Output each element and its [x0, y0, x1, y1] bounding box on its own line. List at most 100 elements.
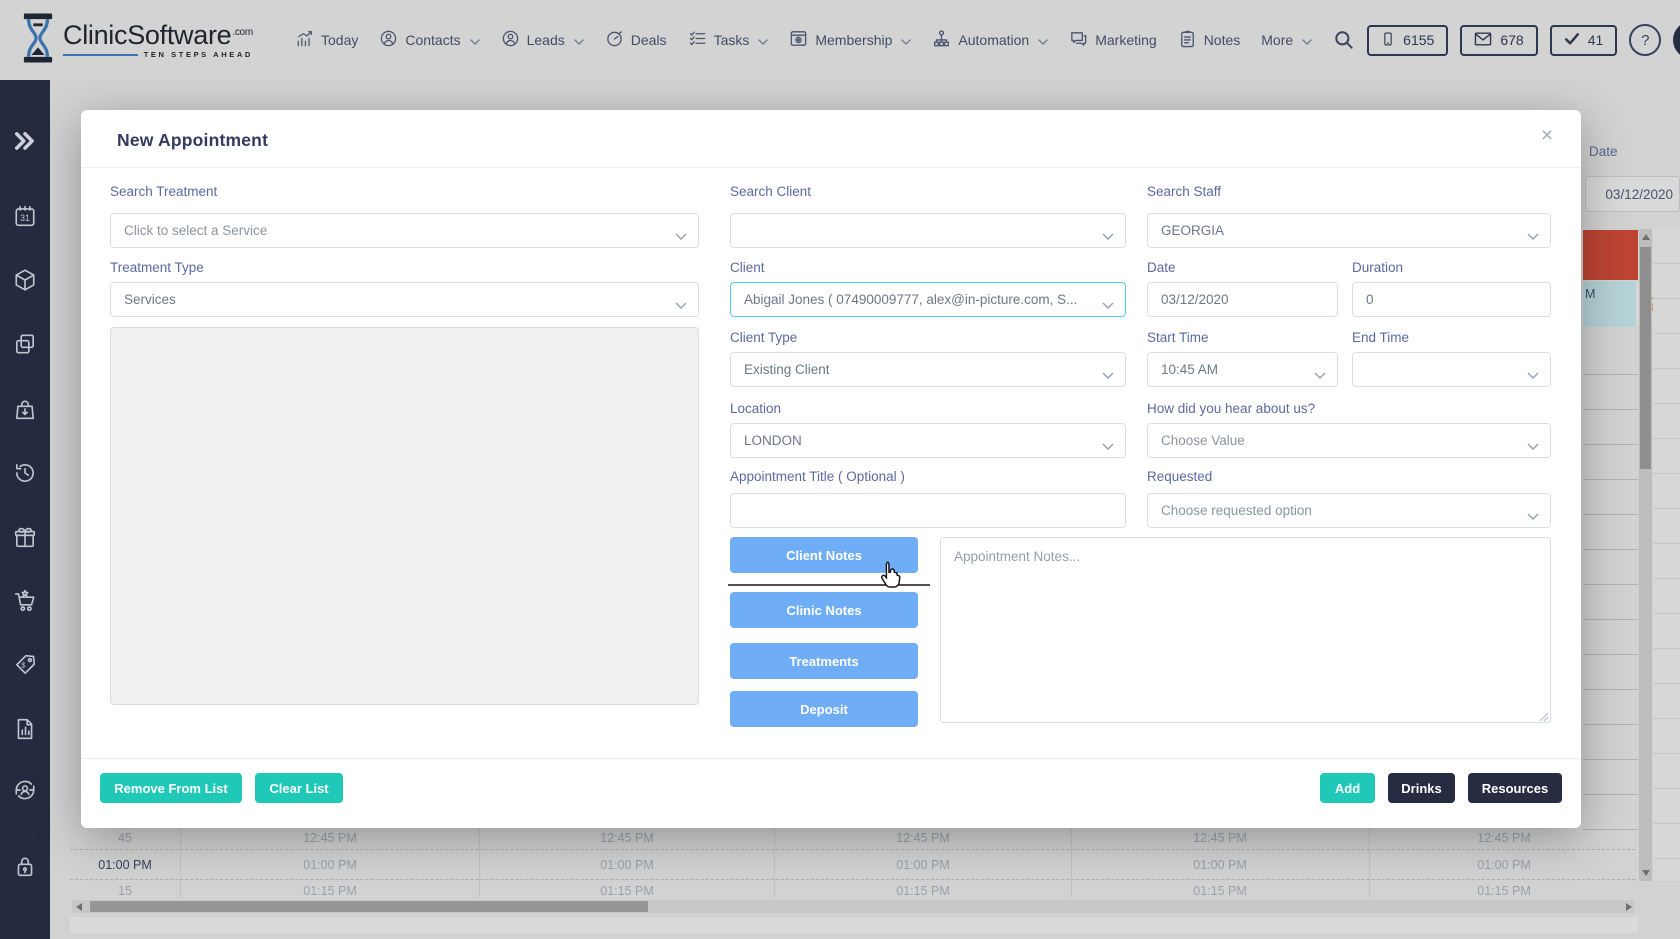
membership-card-icon [789, 29, 808, 51]
clear-list-button[interactable]: Clear List [255, 773, 343, 803]
cube-icon[interactable] [13, 268, 37, 297]
search-icon[interactable] [1333, 29, 1355, 51]
duration-label: Duration [1352, 260, 1403, 275]
deposit-button[interactable]: Deposit [730, 691, 918, 727]
search-treatment-select[interactable]: Click to select a Service [110, 213, 699, 248]
drinks-button[interactable]: Drinks [1388, 773, 1455, 803]
time-gutter-cell: 01:00 PM [98, 858, 152, 872]
end-time-label: End Time [1352, 330, 1409, 345]
price-tag-icon[interactable]: $ [13, 653, 37, 682]
calendar-event-teal[interactable]: M [1583, 281, 1638, 327]
nav-deals[interactable]: Deals [605, 29, 667, 51]
cart-icon[interactable] [13, 589, 37, 618]
vertical-scrollbar-thumb[interactable] [1640, 247, 1651, 469]
chevron-down-icon [1102, 438, 1114, 453]
treatment-type-select[interactable]: Services [110, 282, 699, 317]
appointment-title-input[interactable] [730, 493, 1126, 528]
client-type-select[interactable]: Existing Client [730, 352, 1126, 387]
new-appointment-modal: New Appointment × Search Treatment Click… [81, 110, 1581, 828]
close-icon[interactable]: × [1533, 122, 1561, 150]
resources-label: Resources [1482, 781, 1548, 796]
end-time-select[interactable] [1352, 352, 1551, 387]
location-label: Location [730, 401, 781, 416]
start-time-select[interactable]: 10:45 AM [1147, 352, 1338, 387]
nav-tasks[interactable]: Tasks [688, 29, 769, 51]
slot-label: 12:45 PM [896, 831, 950, 845]
duration-input[interactable] [1352, 282, 1551, 317]
slot-label: 12:45 PM [600, 831, 654, 845]
nav-notes[interactable]: Notes [1178, 29, 1241, 51]
scroll-down-arrow[interactable] [1642, 870, 1650, 876]
expand-chevrons-icon[interactable] [12, 128, 38, 159]
requested-value: Choose requested option [1161, 503, 1312, 518]
location-select[interactable]: LONDON [730, 423, 1126, 458]
date-input[interactable] [1147, 282, 1338, 317]
brand-underline [63, 54, 138, 56]
nav-contacts[interactable]: Contacts [379, 29, 479, 51]
resources-button[interactable]: Resources [1468, 773, 1562, 803]
appointment-notes-textarea[interactable] [940, 537, 1551, 723]
nav-label: Today [321, 32, 358, 48]
hear-about-select[interactable]: Choose Value [1147, 423, 1551, 458]
calendar-icon[interactable]: 31 [13, 204, 37, 233]
scroll-left-arrow[interactable] [76, 903, 82, 911]
row-divider [70, 849, 1635, 850]
nav-label: Tasks [714, 32, 750, 48]
user-avatar[interactable] [1673, 21, 1680, 59]
report-icon[interactable] [13, 717, 37, 746]
left-sidebar: 31 $ [0, 80, 50, 939]
nav-more[interactable]: More [1261, 32, 1312, 48]
nav-marketing[interactable]: Marketing [1069, 29, 1156, 51]
help-button[interactable]: ? [1629, 24, 1661, 56]
gift-icon[interactable] [13, 525, 37, 554]
chevron-down-icon [1038, 32, 1048, 48]
horizontal-scrollbar-thumb[interactable] [90, 901, 648, 912]
date-label: Date [1147, 260, 1176, 275]
client-select[interactable]: Abigail Jones ( 07490009777, alex@in-pic… [730, 282, 1126, 317]
scroll-up-arrow[interactable] [1642, 234, 1650, 240]
clinic-notes-button[interactable]: Clinic Notes [730, 592, 918, 628]
brand-tld: .com [232, 27, 252, 38]
appointment-title-field[interactable] [744, 503, 1112, 518]
date-field[interactable] [1161, 292, 1324, 307]
treatments-button[interactable]: Treatments [730, 643, 918, 679]
remove-from-list-button[interactable]: Remove From List [100, 773, 242, 803]
history-icon[interactable] [13, 461, 37, 490]
chat-bubbles-icon [1069, 29, 1088, 51]
nav-membership[interactable]: Membership [789, 29, 911, 51]
column-divider [180, 828, 181, 898]
add-label: Add [1335, 781, 1360, 796]
lock-icon[interactable] [13, 854, 37, 883]
search-staff-select[interactable]: GEORGIA [1147, 213, 1551, 248]
nav-today[interactable]: Today [296, 30, 358, 51]
nav-leads[interactable]: Leads [501, 29, 584, 51]
tasks-counter-button[interactable]: 41 [1550, 25, 1618, 56]
duration-field[interactable] [1366, 292, 1537, 307]
client-notes-button[interactable]: Client Notes [730, 537, 918, 573]
slot-label: 01:15 PM [600, 884, 654, 898]
calendar-event-red[interactable] [1583, 230, 1638, 280]
calls-counter-button[interactable]: 6155 [1367, 25, 1448, 56]
mail-icon [1474, 31, 1492, 50]
treatments-label: Treatments [789, 654, 858, 669]
nav-label: Contacts [405, 32, 460, 48]
copy-icon[interactable] [13, 332, 37, 361]
appointment-title-label: Appointment Title ( Optional ) [730, 469, 905, 484]
brand-logo[interactable]: ClinicSoftware.com TEN STEPS AHEAD [22, 13, 270, 68]
tab-divider [728, 584, 930, 586]
bg-date-input[interactable]: 03/12/2020 [1585, 176, 1680, 212]
emails-counter-button[interactable]: 678 [1460, 25, 1537, 56]
chevron-down-icon [675, 297, 687, 312]
svg-text:31: 31 [20, 213, 30, 223]
chevron-down-icon [1102, 297, 1114, 312]
search-client-select[interactable] [730, 213, 1126, 248]
column-divider [1369, 828, 1370, 898]
user-sync-icon[interactable] [13, 778, 37, 807]
nav-automation[interactable]: Automation [932, 29, 1048, 51]
scroll-right-arrow[interactable] [1626, 903, 1632, 911]
add-button[interactable]: Add [1320, 773, 1375, 803]
shopping-bag-icon[interactable] [13, 397, 37, 426]
client-type-label: Client Type [730, 330, 797, 345]
check-icon [1564, 32, 1580, 49]
requested-select[interactable]: Choose requested option [1147, 493, 1551, 528]
